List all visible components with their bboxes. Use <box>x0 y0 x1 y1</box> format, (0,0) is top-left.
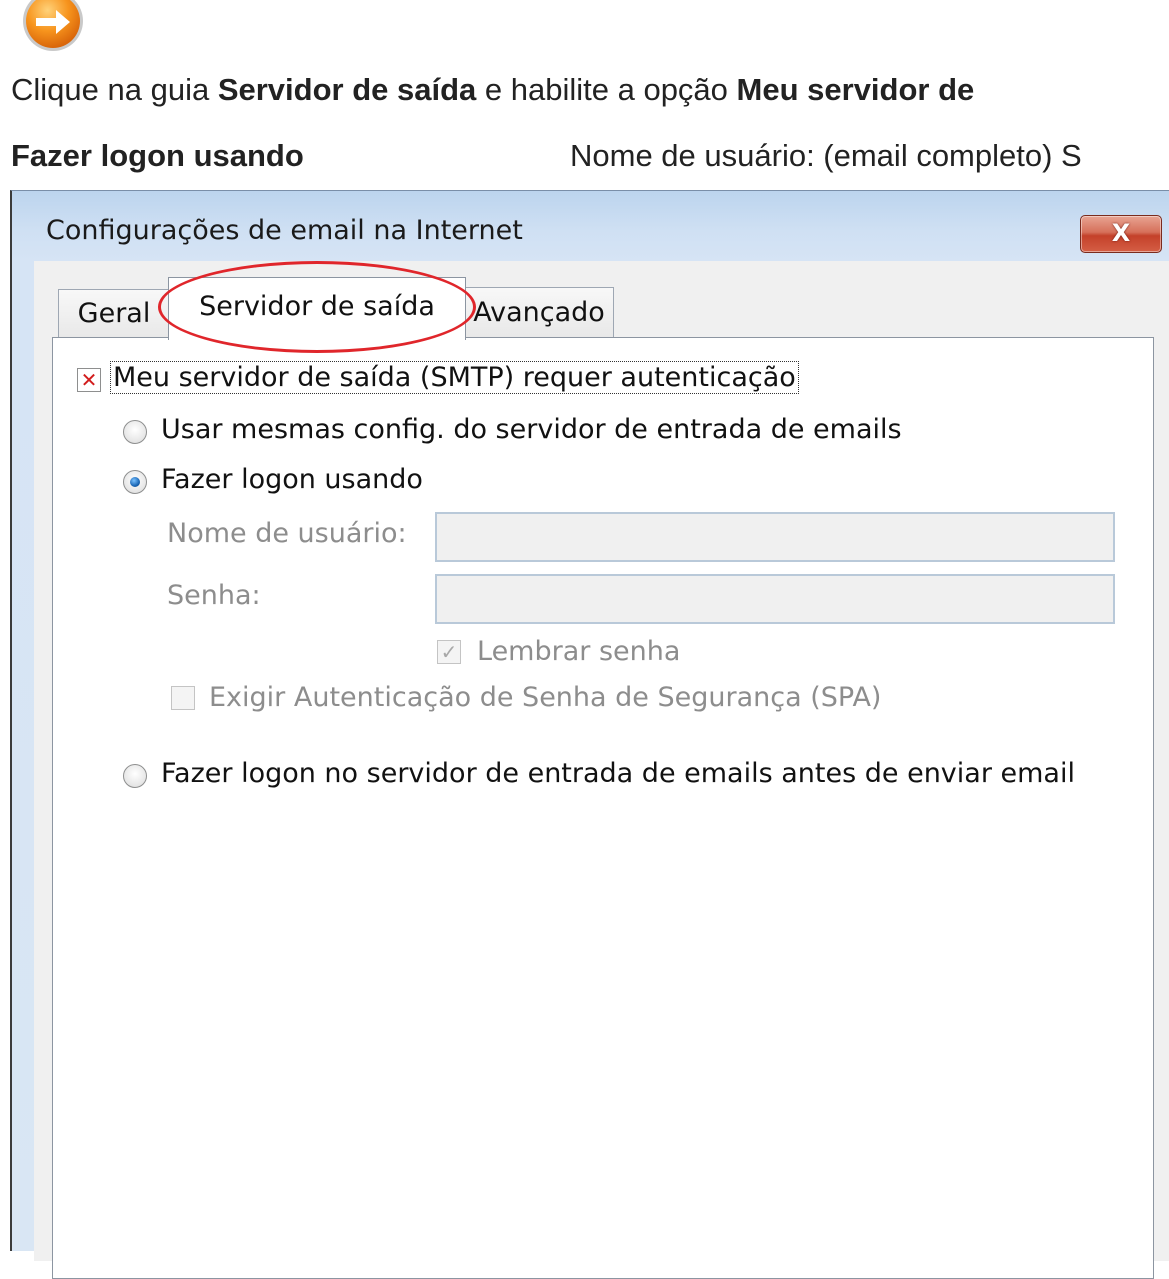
instruction-line-2-right: Nome de usuário: (email completo) S <box>570 138 1082 173</box>
radio-same-config[interactable] <box>123 420 147 444</box>
radio-logon-using[interactable] <box>123 470 147 494</box>
smtp-auth-checkbox[interactable]: ✕ <box>77 368 101 392</box>
remember-password-label[interactable]: Lembrar senha <box>477 636 680 667</box>
instr-part-bold: Servidor de saída <box>217 72 477 107</box>
tab-label: Geral <box>77 298 151 329</box>
radio-logon-using-label[interactable]: Fazer logon usando <box>161 464 423 495</box>
close-button[interactable]: X <box>1080 215 1162 253</box>
highlight-ellipse <box>158 261 476 353</box>
tab-panel: ✕ Meu servidor de saída (SMTP) requer au… <box>52 337 1154 1279</box>
tab-label: Avançado <box>473 297 605 328</box>
smtp-auth-label[interactable]: Meu servidor de saída (SMTP) requer aute… <box>110 361 799 394</box>
password-field[interactable] <box>435 574 1115 624</box>
x-mark-icon: ✕ <box>80 368 98 392</box>
close-icon: X <box>1111 219 1131 247</box>
dialog-client-area: Geral Avançado Servidor de saída ✕ Meu s… <box>34 261 1169 1279</box>
radio-same-config-label[interactable]: Usar mesmas config. do servidor de entra… <box>161 414 902 445</box>
dialog-title: Configurações de email na Internet <box>46 215 523 246</box>
instr-part: e habilite a opção <box>476 72 737 107</box>
checkmark-icon: ✓ <box>440 640 458 664</box>
password-label: Senha: <box>167 580 261 611</box>
spa-checkbox[interactable] <box>171 686 195 710</box>
instr-part: Clique na guia <box>11 72 218 107</box>
radio-logon-incoming-label[interactable]: Fazer logon no servidor de entrada de em… <box>161 758 1075 789</box>
remember-password-checkbox[interactable]: ✓ <box>437 640 461 664</box>
instr-part-bold: Meu servidor de <box>736 72 975 107</box>
orange-arrow-icon <box>23 0 83 51</box>
radio-logon-incoming[interactable] <box>123 764 147 788</box>
instruction-line-2-left: Fazer logon usando <box>11 138 304 173</box>
tab-geral[interactable]: Geral <box>58 289 170 338</box>
username-field[interactable] <box>435 512 1115 562</box>
username-label: Nome de usuário: <box>167 518 407 549</box>
settings-dialog: Configurações de email na Internet X Ger… <box>10 190 1169 1279</box>
tab-avancado[interactable]: Avançado <box>464 287 614 338</box>
spa-label[interactable]: Exigir Autenticação de Senha de Seguranç… <box>209 682 881 713</box>
instruction-line-1: Clique na guia Servidor de saída e habil… <box>11 72 974 108</box>
